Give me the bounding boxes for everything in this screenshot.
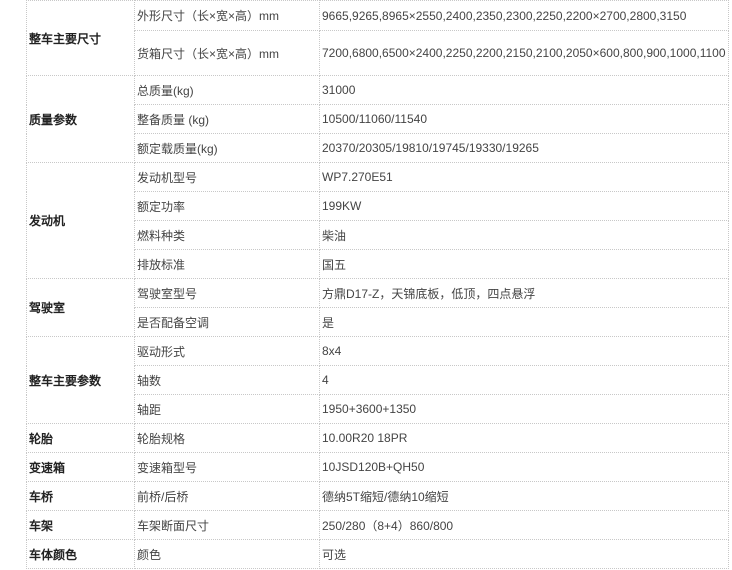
- property-value: 可选: [319, 539, 729, 569]
- table-row: 发动机 发动机型号 WP7.270E51: [26, 162, 729, 279]
- property-value: 方鼎D17-Z，天锦底板，低顶，四点悬浮: [319, 278, 729, 308]
- property-label: 额定载质量(kg): [134, 133, 320, 163]
- table-row: 变速箱 变速箱型号 10JSD120B+QH50: [26, 452, 729, 482]
- property-value: 250/280（8+4）860/800: [319, 510, 729, 540]
- category-cell: 车架: [26, 510, 135, 540]
- category-cell: 整车主要参数: [26, 336, 135, 424]
- property-label: 颜色: [134, 539, 320, 569]
- table-row: 整车主要尺寸 外形尺寸（长×宽×高）mm 9665,9265,8965×2550,2…: [26, 0, 729, 76]
- property-label: 驱动形式: [134, 336, 320, 366]
- property-label: 是否配备空调: [134, 307, 320, 337]
- table-row: 车体颜色 颜色 可选: [26, 539, 729, 569]
- table-row: 轮胎 轮胎规格 10.00R20 18PR: [26, 423, 729, 453]
- spec-table: 整车主要尺寸 外形尺寸（长×宽×高）mm 9665,9265,8965×2550,2…: [26, 0, 729, 569]
- property-value: 4: [319, 365, 729, 395]
- property-value: 7200,6800,6500×2400,2250,2200,2150,2100,…: [319, 30, 729, 76]
- table-row: 质量参数 总质量(kg) 31000: [26, 75, 729, 163]
- property-value: 是: [319, 307, 729, 337]
- table-row: 驾驶室 驾驶室型号 方鼎D17-Z，天锦底板，低顶，四点悬浮: [26, 278, 729, 337]
- property-label: 额定功率: [134, 191, 320, 221]
- property-label: 车架断面尺寸: [134, 510, 320, 540]
- property-label: 燃料种类: [134, 220, 320, 250]
- property-label: 变速箱型号: [134, 452, 320, 482]
- property-label: 驾驶室型号: [134, 278, 320, 308]
- table-row: 整车主要参数 驱动形式 8x4: [26, 336, 729, 424]
- table-row: 车桥 前桥/后桥 德纳5T缩短/德纳10缩短: [26, 481, 729, 511]
- property-value: 20370/20305/19810/19745/19330/19265: [319, 133, 729, 163]
- property-value: 1950+3600+1350: [319, 394, 729, 424]
- property-value: 德纳5T缩短/德纳10缩短: [319, 481, 729, 511]
- property-value: 199KW: [319, 191, 729, 221]
- category-cell: 车体颜色: [26, 539, 135, 569]
- category-cell: 发动机: [26, 162, 135, 279]
- property-label: 总质量(kg): [134, 75, 320, 105]
- property-value: 8x4: [319, 336, 729, 366]
- property-value: 31000: [319, 75, 729, 105]
- property-label: 轮胎规格: [134, 423, 320, 453]
- property-value: 柴油: [319, 220, 729, 250]
- property-value: 10500/11060/11540: [319, 104, 729, 134]
- category-cell: 车桥: [26, 481, 135, 511]
- property-label: 发动机型号: [134, 162, 320, 192]
- property-label: 前桥/后桥: [134, 481, 320, 511]
- property-value: 国五: [319, 249, 729, 279]
- property-value: 9665,9265,8965×2550,2400,2350,2300,2250,…: [319, 0, 729, 31]
- spec-table-body: 整车主要尺寸 外形尺寸（长×宽×高）mm 9665,9265,8965×2550,2…: [26, 0, 729, 569]
- property-label: 外形尺寸（长×宽×高）mm: [134, 0, 320, 31]
- category-cell: 整车主要尺寸: [26, 0, 135, 76]
- category-cell: 质量参数: [26, 75, 135, 163]
- property-label: 货箱尺寸（长×宽×高）mm: [134, 30, 320, 76]
- property-label: 轴距: [134, 394, 320, 424]
- property-label: 整备质量 (kg): [134, 104, 320, 134]
- property-label: 排放标准: [134, 249, 320, 279]
- category-cell: 变速箱: [26, 452, 135, 482]
- property-value: 10.00R20 18PR: [319, 423, 729, 453]
- category-cell: 驾驶室: [26, 278, 135, 337]
- table-row: 车架 车架断面尺寸 250/280（8+4）860/800: [26, 510, 729, 540]
- property-value: WP7.270E51: [319, 162, 729, 192]
- property-label: 轴数: [134, 365, 320, 395]
- property-value: 10JSD120B+QH50: [319, 452, 729, 482]
- category-cell: 轮胎: [26, 423, 135, 453]
